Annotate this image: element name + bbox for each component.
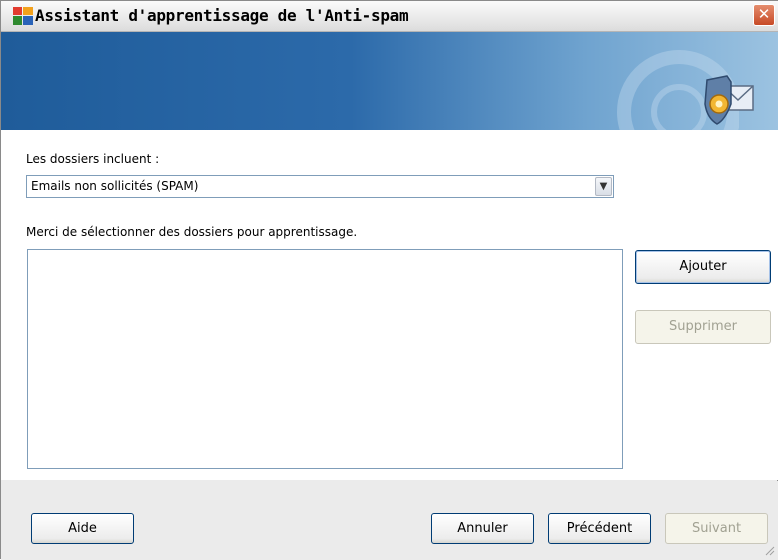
remove-button[interactable]: Supprimer bbox=[635, 310, 771, 344]
wizard-window: Assistant d'apprentissage de l'Anti-spam… bbox=[0, 0, 778, 560]
close-icon: ✕ bbox=[757, 5, 771, 23]
window-title: Assistant d'apprentissage de l'Anti-spam bbox=[35, 6, 409, 25]
previous-button[interactable]: Précédent bbox=[548, 513, 651, 544]
shield-envelope-gear-icon bbox=[704, 75, 754, 125]
header-banner bbox=[1, 32, 778, 162]
close-button[interactable]: ✕ bbox=[753, 4, 775, 26]
add-button[interactable]: Ajouter bbox=[635, 250, 771, 284]
title-bar[interactable]: Assistant d'apprentissage de l'Anti-spam… bbox=[1, 1, 778, 32]
folders-listbox[interactable] bbox=[27, 249, 623, 469]
next-button[interactable]: Suivant bbox=[665, 513, 768, 544]
resize-grip-icon[interactable] bbox=[763, 544, 775, 556]
folders-select-value: Emails non sollicités (SPAM) bbox=[31, 179, 199, 193]
folders-select[interactable]: Emails non sollicités (SPAM) ▼ bbox=[26, 175, 614, 198]
avg-app-icon bbox=[13, 7, 33, 25]
folders-label: Les dossiers incluent : bbox=[26, 152, 160, 166]
select-instruction: Merci de sélectionner des dossiers pour … bbox=[26, 225, 358, 239]
help-button[interactable]: Aide bbox=[31, 513, 134, 544]
cancel-button[interactable]: Annuler bbox=[431, 513, 534, 544]
chevron-down-icon[interactable]: ▼ bbox=[595, 177, 612, 196]
